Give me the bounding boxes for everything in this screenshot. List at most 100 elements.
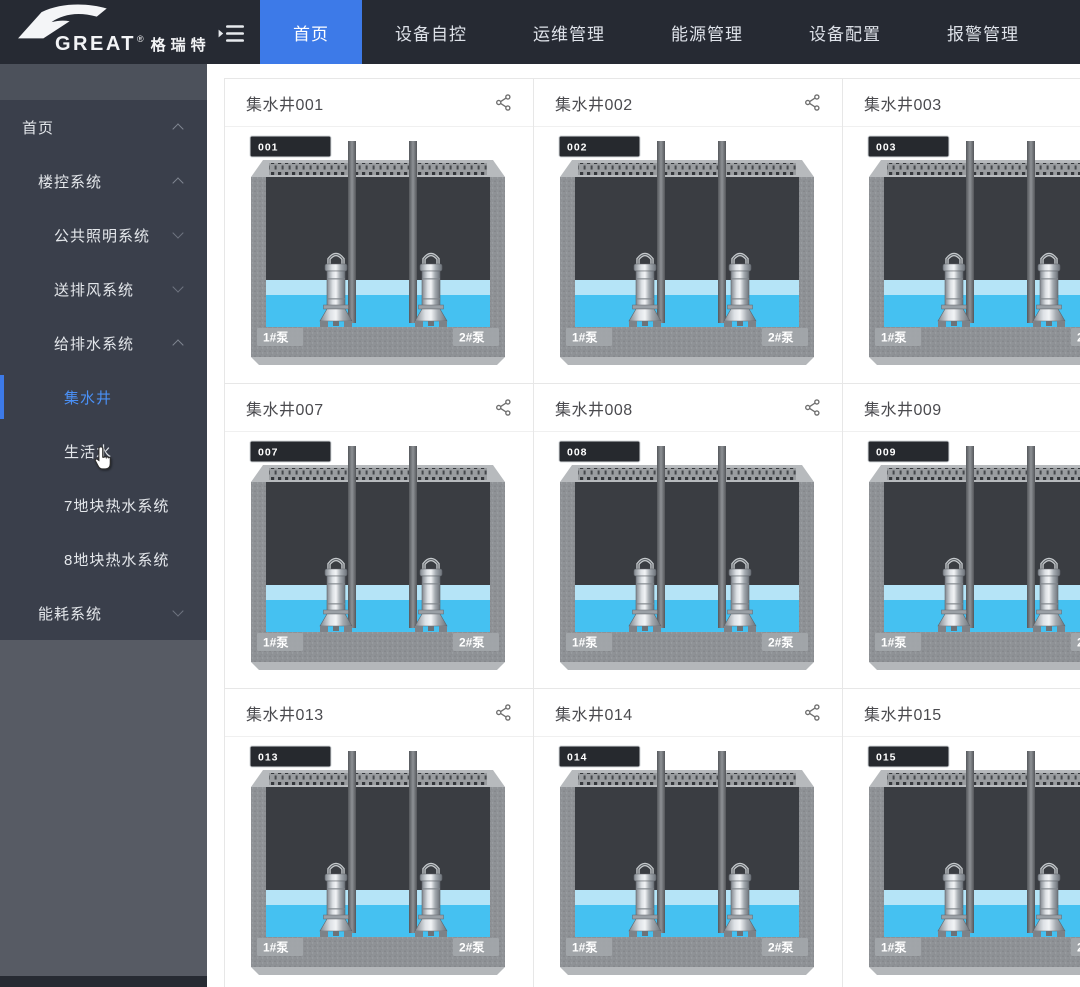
water	[575, 905, 799, 937]
well-grate	[578, 163, 796, 175]
brand-name: GREAT	[55, 33, 136, 56]
pump-right-label: 2#泵	[768, 636, 793, 650]
share-icon[interactable]	[494, 398, 513, 417]
standpipe	[657, 751, 665, 933]
well-card-header: 集水井001	[225, 79, 533, 127]
well-grate	[887, 773, 1080, 785]
sidebar-item[interactable]: 送排风系统	[0, 262, 207, 316]
nav-tab[interactable]: 报警管理	[914, 0, 1052, 64]
sidebar-bottom-strip	[0, 976, 207, 987]
well-grate	[269, 468, 487, 480]
pump-left-label: 1#泵	[572, 941, 597, 955]
well-number-text: 015	[876, 752, 897, 764]
well-card-title: 集水井002	[555, 91, 633, 115]
chevron-icon	[172, 339, 183, 350]
well-card: 集水井014	[534, 689, 843, 987]
well-card: 集水井007	[225, 384, 534, 689]
sidebar: 首页 楼控系统 公共照明系统 送排风系统	[0, 64, 207, 987]
sidebar-item-label: 集水井	[64, 387, 112, 408]
nav-tab[interactable]: 运维管理	[500, 0, 638, 64]
app-window: GREAT® 格瑞特 首页 设备自控 运维管理 能源管理 设备配置	[0, 0, 1080, 987]
well-card-title: 集水井015	[864, 701, 942, 725]
pump-right-label: 2#泵	[459, 331, 484, 345]
well-interior	[266, 482, 490, 585]
nav-tab[interactable]: 能源管理	[638, 0, 776, 64]
standpipe	[1027, 751, 1035, 933]
well-grate	[269, 773, 487, 785]
standpipe	[718, 751, 726, 933]
chevron-icon	[172, 281, 183, 292]
well-number-text: 014	[567, 752, 588, 764]
water-surface	[266, 280, 490, 295]
sidebar-item[interactable]: 能耗系统	[0, 586, 207, 640]
sidebar-item[interactable]: 公共照明系统	[0, 208, 207, 262]
water	[266, 600, 490, 632]
nav-tab[interactable]: 首页	[260, 0, 362, 64]
nav-tab[interactable]: 设备自控	[362, 0, 500, 64]
sidebar-top-band	[0, 64, 207, 100]
well-illustration: 1#泵 2#泵 002	[534, 127, 842, 370]
sidebar-item-label: 首页	[22, 117, 54, 138]
sidebar-item[interactable]: 8地块热水系统	[0, 532, 207, 586]
sidebar-item-label: 8地块热水系统	[64, 549, 169, 570]
well-card: 集水井015	[843, 689, 1080, 987]
standpipe	[409, 751, 417, 933]
sidebar-item-label: 送排风系统	[54, 279, 134, 300]
standpipe	[409, 141, 417, 323]
well-card-grid: 集水井001	[224, 78, 1080, 987]
share-icon[interactable]	[803, 703, 822, 722]
well-card-title: 集水井014	[555, 701, 633, 725]
well-illustration: 1#泵 2#泵 008	[534, 432, 842, 675]
chevron-icon	[172, 227, 183, 238]
sidebar-item-label: 公共照明系统	[54, 225, 150, 246]
pump-left-label: 1#泵	[263, 636, 288, 650]
standpipe	[657, 446, 665, 628]
water-surface	[266, 890, 490, 905]
pump-right-label: 2#泵	[768, 941, 793, 955]
well-card: 集水井008	[534, 384, 843, 689]
standpipe	[409, 446, 417, 628]
well-card-title: 集水井008	[555, 396, 633, 420]
share-icon[interactable]	[803, 93, 822, 112]
well-illustration: 1#泵 2#泵 013	[225, 737, 533, 980]
sidebar-item-label: 生活水	[64, 441, 112, 462]
share-icon[interactable]	[494, 93, 513, 112]
water-surface	[575, 890, 799, 905]
well-card-header: 集水井002	[534, 79, 842, 127]
well-card-header: 集水井013	[225, 689, 533, 737]
pump-right-label: 2#泵	[768, 331, 793, 345]
well-card: 集水井009	[843, 384, 1080, 689]
sidebar-item-label: 7地块热水系统	[64, 495, 169, 516]
sidebar-item[interactable]: 7地块热水系统	[0, 478, 207, 532]
well-interior	[575, 482, 799, 585]
pump-left-label: 1#泵	[881, 331, 906, 345]
sidebar-item-label: 楼控系统	[38, 171, 102, 192]
sidebar-item[interactable]: 给排水系统	[0, 316, 207, 370]
well-interior	[266, 787, 490, 890]
sidebar-item[interactable]: 首页	[0, 100, 207, 154]
water-surface	[575, 280, 799, 295]
sidebar-fold-icon[interactable]	[218, 23, 245, 44]
standpipe	[348, 751, 356, 933]
share-icon[interactable]	[494, 703, 513, 722]
well-card-header: 集水井007	[225, 384, 533, 432]
well-interior	[266, 177, 490, 280]
nav-tab[interactable]: 设备配置	[776, 0, 914, 64]
sidebar-item[interactable]: 生活水	[0, 424, 207, 478]
well-interior	[575, 787, 799, 890]
water	[266, 295, 490, 327]
share-icon[interactable]	[803, 398, 822, 417]
well-card: 集水井002	[534, 79, 843, 384]
well-illustration: 1#泵 2#泵 009	[843, 432, 1080, 675]
standpipe	[966, 751, 974, 933]
well-interior	[575, 177, 799, 280]
sidebar-item[interactable]: 楼控系统	[0, 154, 207, 208]
well-card: 集水井013	[225, 689, 534, 987]
standpipe	[657, 141, 665, 323]
sidebar-item[interactable]: 集水井	[0, 370, 207, 424]
brand-registered-mark: ®	[137, 34, 144, 44]
main-content: 集水井001	[207, 64, 1080, 987]
top-navbar: GREAT® 格瑞特 首页 设备自控 运维管理 能源管理 设备配置	[0, 0, 1080, 64]
well-card-title: 集水井001	[246, 91, 324, 115]
well-illustration: 1#泵 2#泵 007	[225, 432, 533, 675]
